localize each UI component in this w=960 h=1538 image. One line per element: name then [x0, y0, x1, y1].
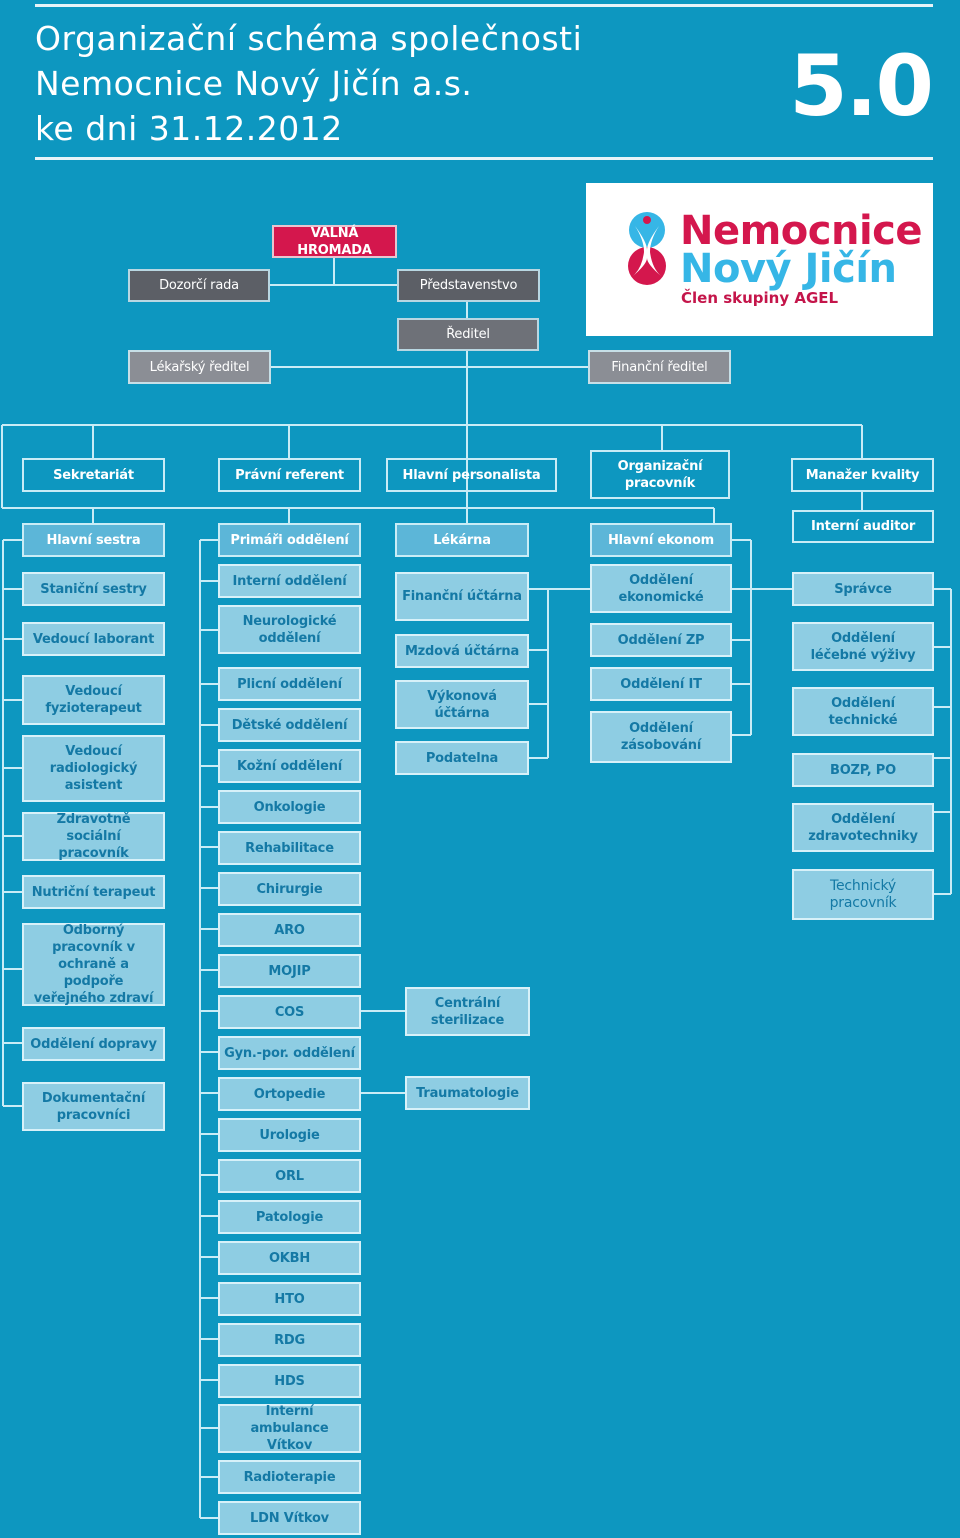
nursing-item: Zdravotně sociální pracovník [22, 812, 165, 861]
technical-item: Oddělení zdravotechniky [792, 803, 934, 852]
department-item: OKBH [218, 1241, 361, 1275]
technical-item: Oddělení technické [792, 687, 934, 736]
nursing-item: Dokumentační pracovníci [22, 1082, 165, 1131]
traumatology-box: Traumatologie [405, 1076, 530, 1110]
department-item: Ortopedie [218, 1077, 361, 1111]
department-item: COS [218, 995, 361, 1029]
department-item: Interní ambulance Vítkov [218, 1404, 361, 1453]
department-item: HDS [218, 1364, 361, 1398]
department-item: Patologie [218, 1200, 361, 1234]
department-item: HTO [218, 1282, 361, 1316]
legal-officer-box: Právní referent [218, 458, 361, 492]
department-item: Interní oddělení [218, 564, 361, 598]
secretariat-box: Sekretariát [22, 458, 165, 492]
financial-director-box: Finanční ředitel [588, 350, 731, 384]
department-item: Gyn.-por. oddělení [218, 1036, 361, 1070]
organizational-worker-box: Organizační pracovník [590, 450, 730, 499]
quality-manager-box: Manažer kvality [791, 458, 934, 492]
department-item: MOJIP [218, 954, 361, 988]
department-item: Radioterapie [218, 1460, 361, 1494]
technical-item: Oddělení léčebné výživy [792, 622, 934, 671]
supervisory-board-box: Dozorčí rada [128, 269, 270, 302]
director-box: Ředitel [397, 318, 539, 351]
department-item: Neurologické oddělení [218, 605, 361, 654]
accounting-item: Finanční účtárna [395, 572, 529, 621]
primary-physicians-box: Primáři oddělení [218, 523, 361, 557]
department-item: ORL [218, 1159, 361, 1193]
department-item: Onkologie [218, 790, 361, 824]
central-sterilization-box: Centrální sterilizace [405, 987, 530, 1036]
pharmacy-box: Lékárna [395, 523, 529, 557]
internal-auditor-box: Interní auditor [792, 510, 934, 543]
department-item: LDN Vítkov [218, 1501, 361, 1535]
nursing-item: Staniční sestry [22, 572, 165, 606]
accounting-item: Podatelna [395, 741, 529, 775]
department-item: ARO [218, 913, 361, 947]
nursing-item: Odborný pracovník v ochraně a podpoře ve… [22, 923, 165, 1006]
economy-item: Oddělení IT [590, 667, 732, 701]
technical-item: Technický pracovník [792, 869, 934, 920]
department-item: Dětské oddělení [218, 708, 361, 742]
department-item: Kožní oddělení [218, 749, 361, 783]
head-nurse-box: Hlavní sestra [22, 523, 165, 557]
economy-item: Oddělení ekonomické [590, 564, 732, 613]
nursing-item: Vedoucí radiologický asistent [22, 735, 165, 802]
accounting-item: Výkonová účtárna [395, 680, 529, 729]
medical-director-box: Lékařský ředitel [128, 350, 271, 384]
economy-item: Oddělení zásobování [590, 711, 732, 763]
hr-manager-box: Hlavní personalista [386, 458, 557, 492]
board-of-directors-box: Představenstvo [397, 269, 540, 302]
department-item: Urologie [218, 1118, 361, 1152]
department-item: Chirurgie [218, 872, 361, 906]
nursing-item: Oddělení dopravy [22, 1027, 165, 1061]
nursing-item: Vedoucí laborant [22, 622, 165, 656]
economy-item: Oddělení ZP [590, 623, 732, 657]
accounting-item: Mzdová účtárna [395, 634, 529, 668]
technical-item: BOZP, PO [792, 753, 934, 787]
department-item: Rehabilitace [218, 831, 361, 865]
chief-economist-box: Hlavní ekonom [590, 523, 732, 557]
department-item: Plicní oddělení [218, 667, 361, 701]
general-meeting-box: VALNÁ HROMADA [272, 225, 397, 258]
nursing-item: Nutriční terapeut [22, 875, 165, 909]
technical-item: Správce [792, 572, 934, 606]
department-item: RDG [218, 1323, 361, 1357]
nursing-item: Vedoucí fyzioterapeut [22, 675, 165, 725]
